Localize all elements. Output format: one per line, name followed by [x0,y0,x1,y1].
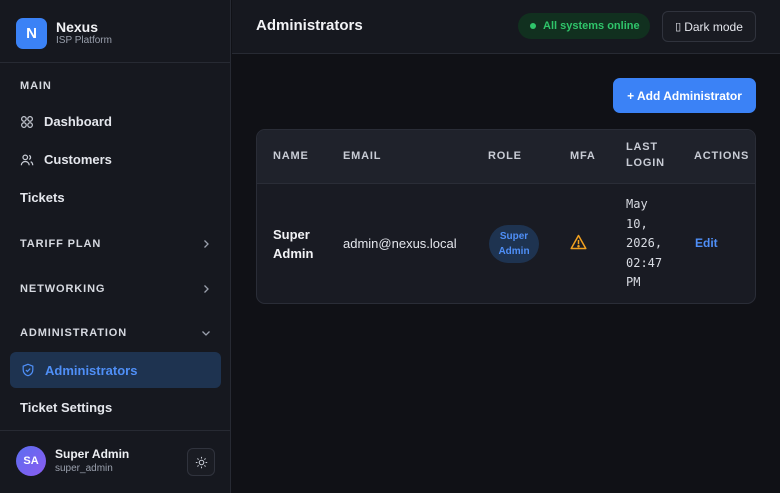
login-line: May [626,197,648,211]
dark-mode-button[interactable]: ▯ Dark mode [662,11,756,42]
sidebar-divider [0,430,231,431]
login-line: 2026, [626,236,663,250]
page-title: Administrators [256,17,363,34]
user-info: Super Admin super_admin [55,447,129,476]
section-heading-main: MAIN [20,80,52,92]
user-card[interactable]: SA Super Admin super_admin [16,446,129,476]
warning-icon [570,234,587,250]
sidebar-item-administrators[interactable]: Administrators [10,352,221,388]
section-label: ADMINISTRATION [20,327,128,339]
section-label: NETWORKING [20,283,106,295]
sidebar-item-ticket-settings[interactable]: Ticket Settings [20,400,112,415]
section-tariff-plan[interactable]: TARIFF PLAN [20,238,211,250]
add-administrator-button[interactable]: + Add Administrator [613,78,756,113]
edit-link[interactable]: Edit [695,236,718,250]
admin-email: admin@nexus.local [343,236,457,251]
theme-toggle-button[interactable] [187,448,215,476]
role-line: Admin [498,246,530,257]
section-networking[interactable]: NETWORKING [20,283,211,295]
section-administration[interactable]: ADMINISTRATION [20,327,211,339]
sidebar-item-label: Dashboard [44,114,112,129]
sidebar-item-label: Administrators [45,362,138,378]
chevron-right-icon [204,240,209,248]
brand-logo: N [16,17,47,49]
admin-name: Super Admin [273,225,313,263]
sun-icon [195,456,207,468]
column-header-last[interactable]: LAST [626,140,658,155]
section-label: TARIFF PLAN [20,238,102,250]
avatar: SA [16,446,46,476]
column-header-name[interactable]: NAME [273,149,309,164]
sidebar: N Nexus ISP Platform MAIN Dashboard Cust… [0,0,231,493]
admin-name-line: Super [273,227,310,242]
brand-name: Nexus [56,18,99,35]
sidebar-item-label: Ticket Settings [20,400,113,415]
column-header-role[interactable]: ROLE [488,149,522,164]
status-dot-icon [530,23,536,29]
table-header: NAME EMAIL ROLE MFA LAST LOGIN ACTIONS [257,130,755,184]
login-line: PM [626,275,641,289]
administrators-table: NAME EMAIL ROLE MFA LAST LOGIN ACTIONS S… [256,129,756,304]
column-header-email[interactable]: EMAIL [343,149,381,164]
status-badge: All systems online [518,13,650,39]
users-icon [20,153,34,165]
brand-subtitle: ISP Platform [56,34,112,46]
sidebar-item-label: Customers [44,152,112,167]
shield-icon [22,363,34,377]
role-line: Super [499,231,529,242]
sidebar-item-dashboard[interactable]: Dashboard [20,114,112,129]
dark-mode-label: Dark mode [684,19,743,34]
sidebar-item-label: Tickets [20,190,65,205]
brand[interactable]: N Nexus ISP Platform [16,17,112,49]
column-header-actions: ACTIONS [694,150,750,162]
sidebar-item-customers[interactable]: Customers [20,152,112,167]
dashboard-icon [21,115,33,128]
login-line: 02:47 [626,255,663,270]
sidebar-item-tickets[interactable]: Tickets [20,190,65,205]
brand-text: Nexus ISP Platform [56,18,112,47]
status-text: All systems online [543,20,640,32]
chevron-right-icon [204,285,209,293]
column-header-mfa[interactable]: MFA [570,149,596,164]
column-header-login[interactable]: LOGIN [626,156,665,171]
role-badge: Super Admin [489,225,539,263]
user-name: Super Admin [55,446,130,461]
last-login: May 10, 2026, 02:47 PM [626,195,662,293]
admin-name-line: Admin [273,246,314,261]
user-handle: super_admin [55,462,113,474]
top-header: Administrators All systems online ▯ Dark… [232,0,780,54]
sidebar-divider [0,62,231,63]
chevron-down-icon [202,331,210,336]
moon-icon: ▯ [675,21,682,33]
login-line: 10, [626,216,648,231]
